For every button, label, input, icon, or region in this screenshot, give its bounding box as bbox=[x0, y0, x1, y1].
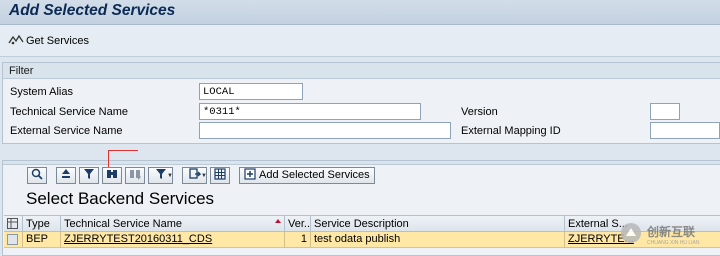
system-alias-field[interactable] bbox=[199, 83, 303, 100]
get-services-label: Get Services bbox=[26, 35, 89, 47]
watermark-text: 创新互联 bbox=[647, 225, 696, 239]
window-title: Add Selected Services bbox=[9, 2, 176, 19]
column-header-type[interactable]: Type bbox=[23, 216, 61, 231]
details-button[interactable] bbox=[27, 166, 47, 184]
filter-icon bbox=[83, 168, 95, 183]
external-mapping-id-field[interactable] bbox=[650, 122, 720, 139]
cell-version: 1 bbox=[285, 232, 311, 247]
find-icon bbox=[106, 168, 118, 183]
layout-icon bbox=[214, 167, 226, 183]
column-settings-button[interactable] bbox=[4, 216, 23, 231]
cell-service-description: test odata publish bbox=[311, 232, 565, 247]
watermark-logo-icon bbox=[620, 222, 642, 247]
table-header: Type Technical Service Name Ver... Servi… bbox=[4, 215, 720, 232]
external-mapping-id-label: External Mapping ID bbox=[461, 125, 561, 137]
watermark: 创新互联 CHUANG XIN HU LIAN bbox=[620, 222, 700, 247]
results-panel-header bbox=[3, 161, 720, 165]
sort-ascending-button[interactable] bbox=[56, 166, 76, 184]
technical-service-name-field[interactable] bbox=[199, 103, 421, 120]
sort-descending-button[interactable] bbox=[79, 166, 99, 184]
technical-service-name-label: Technical Service Name bbox=[10, 106, 128, 118]
version-field[interactable] bbox=[650, 103, 680, 120]
add-icon bbox=[244, 167, 256, 183]
find-button[interactable] bbox=[102, 166, 122, 184]
export-icon bbox=[188, 167, 202, 183]
column-header-label: Technical Service Name bbox=[64, 218, 182, 230]
table-row[interactable]: BEP ZJERRYTEST20160311_CDS 1 test odata … bbox=[4, 232, 720, 248]
add-selected-services-label: Add Selected Services bbox=[259, 169, 370, 181]
row-selector[interactable] bbox=[4, 232, 23, 247]
version-label: Version bbox=[461, 106, 498, 118]
application-toolbar: Get Services bbox=[0, 25, 720, 57]
get-services-icon bbox=[8, 34, 24, 49]
set-filter-button[interactable]: ▼ bbox=[148, 166, 173, 184]
find-next-icon bbox=[129, 168, 141, 183]
watermark-subtext: CHUANG XIN HU LIAN bbox=[647, 240, 700, 246]
export-button[interactable]: ▼ bbox=[182, 166, 207, 184]
set-filter-icon bbox=[155, 168, 167, 183]
watermark-text-block: 创新互联 CHUANG XIN HU LIAN bbox=[647, 223, 700, 246]
cell-technical-service-name-link[interactable]: ZJERRYTEST20160311_CDS bbox=[61, 232, 285, 247]
column-settings-icon bbox=[7, 218, 18, 231]
table-toolbar: ▼ ▼ Add Selected Services bbox=[27, 166, 375, 184]
cell-type: BEP bbox=[23, 232, 61, 247]
title-bar: Add Selected Services bbox=[0, 0, 720, 25]
backend-services-table: Type Technical Service Name Ver... Servi… bbox=[4, 215, 720, 248]
column-header-version[interactable]: Ver... bbox=[285, 216, 311, 231]
chevron-down-icon: ▼ bbox=[167, 172, 173, 179]
find-next-button[interactable] bbox=[125, 166, 145, 184]
sort-ascending-icon bbox=[60, 168, 72, 183]
details-icon bbox=[31, 168, 43, 183]
column-header-technical-service-name[interactable]: Technical Service Name bbox=[61, 216, 285, 231]
filter-header: Filter bbox=[3, 63, 720, 79]
annotation-line bbox=[108, 150, 138, 151]
system-alias-label: System Alias bbox=[10, 86, 73, 98]
add-selected-services-button[interactable]: Add Selected Services bbox=[239, 166, 375, 184]
row-select-box[interactable] bbox=[7, 234, 18, 245]
get-services-button[interactable]: Get Services bbox=[8, 34, 89, 48]
section-title: Select Backend Services bbox=[26, 189, 215, 208]
external-service-name-field[interactable] bbox=[199, 122, 451, 139]
layout-button[interactable] bbox=[210, 166, 230, 184]
column-header-service-description[interactable]: Service Description bbox=[311, 216, 565, 231]
chevron-down-icon: ▼ bbox=[201, 172, 207, 179]
external-service-name-label: External Service Name bbox=[10, 125, 123, 137]
sort-indicator-icon bbox=[275, 219, 281, 223]
